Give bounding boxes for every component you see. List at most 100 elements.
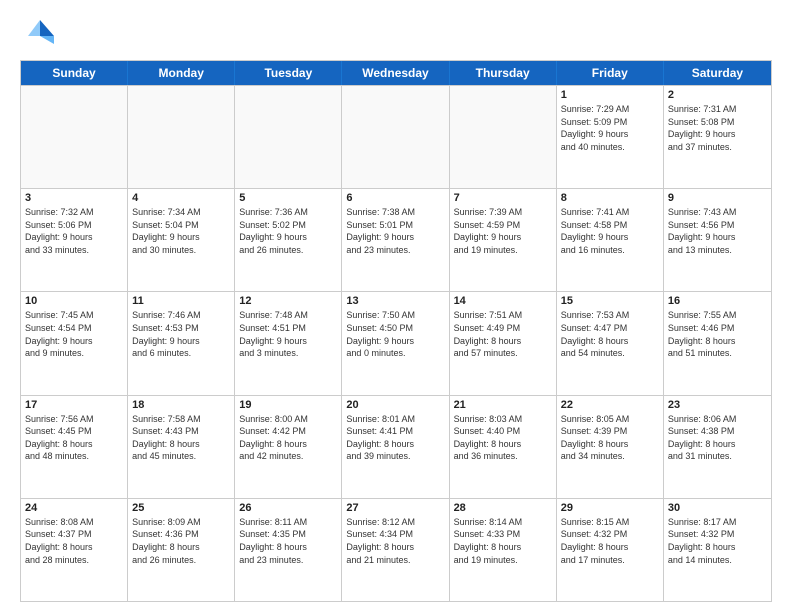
day-info: Sunrise: 7:56 AM Sunset: 4:45 PM Dayligh… <box>25 413 123 463</box>
day-info: Sunrise: 7:32 AM Sunset: 5:06 PM Dayligh… <box>25 206 123 256</box>
day-info: Sunrise: 7:48 AM Sunset: 4:51 PM Dayligh… <box>239 309 337 359</box>
calendar-body: 1Sunrise: 7:29 AM Sunset: 5:09 PM Daylig… <box>21 85 771 601</box>
day-number: 30 <box>668 502 767 514</box>
day-number: 24 <box>25 502 123 514</box>
page: SundayMondayTuesdayWednesdayThursdayFrid… <box>0 0 792 612</box>
calendar: SundayMondayTuesdayWednesdayThursdayFrid… <box>20 60 772 602</box>
calendar-cell: 15 Sunrise: 7:53 AM Sunset: 4:47 PM Dayli… <box>557 292 664 394</box>
logo-icon <box>20 16 56 52</box>
day-info: Sunrise: 8:01 AM Sunset: 4:41 PM Dayligh… <box>346 413 444 463</box>
calendar-cell: 12 Sunrise: 7:48 AM Sunset: 4:51 PM Dayli… <box>235 292 342 394</box>
day-number: 23 <box>668 399 767 411</box>
day-number: 10 <box>25 295 123 307</box>
day-info: Sunrise: 7:39 AM Sunset: 4:59 PM Dayligh… <box>454 206 552 256</box>
calendar-cell: 11 Sunrise: 7:46 AM Sunset: 4:53 PM Dayli… <box>128 292 235 394</box>
calendar-cell: 27Sunrise: 8:12 AM Sunset: 4:34 PM Dayli… <box>342 499 449 601</box>
day-info: Sunrise: 8:09 AM Sunset: 4:36 PM Dayligh… <box>132 516 230 566</box>
calendar-cell: 6 Sunrise: 7:38 AM Sunset: 5:01 PM Daylig… <box>342 189 449 291</box>
day-number: 19 <box>239 399 337 411</box>
header-cell-saturday: Saturday <box>664 61 771 85</box>
day-number: 2 <box>668 89 767 101</box>
day-info: Sunrise: 7:38 AM Sunset: 5:01 PM Dayligh… <box>346 206 444 256</box>
day-info: Sunrise: 8:08 AM Sunset: 4:37 PM Dayligh… <box>25 516 123 566</box>
day-number: 8 <box>561 192 659 204</box>
header-cell-friday: Friday <box>557 61 664 85</box>
calendar-row: 10Sunrise: 7:45 AM Sunset: 4:54 PM Dayli… <box>21 291 771 394</box>
day-info: Sunrise: 8:17 AM Sunset: 4:32 PM Dayligh… <box>668 516 767 566</box>
calendar-cell: 28 Sunrise: 8:14 AM Sunset: 4:33 PM Dayli… <box>450 499 557 601</box>
day-number: 12 <box>239 295 337 307</box>
day-info: Sunrise: 8:06 AM Sunset: 4:38 PM Dayligh… <box>668 413 767 463</box>
day-number: 16 <box>668 295 767 307</box>
day-number: 4 <box>132 192 230 204</box>
day-number: 5 <box>239 192 337 204</box>
day-number: 18 <box>132 399 230 411</box>
calendar-cell: 26Sunrise: 8:11 AM Sunset: 4:35 PM Dayli… <box>235 499 342 601</box>
day-number: 22 <box>561 399 659 411</box>
day-info: Sunrise: 7:36 AM Sunset: 5:02 PM Dayligh… <box>239 206 337 256</box>
day-number: 11 <box>132 295 230 307</box>
calendar-header: SundayMondayTuesdayWednesdayThursdayFrid… <box>21 61 771 85</box>
day-number: 7 <box>454 192 552 204</box>
day-number: 29 <box>561 502 659 514</box>
day-number: 9 <box>668 192 767 204</box>
calendar-cell: 1Sunrise: 7:29 AM Sunset: 5:09 PM Daylig… <box>557 86 664 188</box>
day-info: Sunrise: 8:14 AM Sunset: 4:33 PM Dayligh… <box>454 516 552 566</box>
day-info: Sunrise: 7:53 AM Sunset: 4:47 PM Dayligh… <box>561 309 659 359</box>
day-number: 15 <box>561 295 659 307</box>
calendar-cell <box>21 86 128 188</box>
day-number: 13 <box>346 295 444 307</box>
day-info: Sunrise: 7:31 AM Sunset: 5:08 PM Dayligh… <box>668 103 767 153</box>
header-cell-tuesday: Tuesday <box>235 61 342 85</box>
day-info: Sunrise: 7:50 AM Sunset: 4:50 PM Dayligh… <box>346 309 444 359</box>
header-cell-sunday: Sunday <box>21 61 128 85</box>
calendar-cell: 29 Sunrise: 8:15 AM Sunset: 4:32 PM Dayli… <box>557 499 664 601</box>
day-number: 28 <box>454 502 552 514</box>
day-info: Sunrise: 7:55 AM Sunset: 4:46 PM Dayligh… <box>668 309 767 359</box>
calendar-cell: 24 Sunrise: 8:08 AM Sunset: 4:37 PM Dayli… <box>21 499 128 601</box>
day-info: Sunrise: 7:41 AM Sunset: 4:58 PM Dayligh… <box>561 206 659 256</box>
calendar-cell: 17Sunrise: 7:56 AM Sunset: 4:45 PM Dayli… <box>21 396 128 498</box>
calendar-cell: 5 Sunrise: 7:36 AM Sunset: 5:02 PM Daylig… <box>235 189 342 291</box>
day-info: Sunrise: 8:05 AM Sunset: 4:39 PM Dayligh… <box>561 413 659 463</box>
day-number: 14 <box>454 295 552 307</box>
calendar-cell: 2 Sunrise: 7:31 AM Sunset: 5:08 PM Daylig… <box>664 86 771 188</box>
calendar-cell: 21Sunrise: 8:03 AM Sunset: 4:40 PM Dayli… <box>450 396 557 498</box>
calendar-cell: 30 Sunrise: 8:17 AM Sunset: 4:32 PM Dayli… <box>664 499 771 601</box>
day-info: Sunrise: 8:00 AM Sunset: 4:42 PM Dayligh… <box>239 413 337 463</box>
calendar-row: 3 Sunrise: 7:32 AM Sunset: 5:06 PM Daylig… <box>21 188 771 291</box>
day-info: Sunrise: 7:43 AM Sunset: 4:56 PM Dayligh… <box>668 206 767 256</box>
calendar-cell: 4 Sunrise: 7:34 AM Sunset: 5:04 PM Daylig… <box>128 189 235 291</box>
day-number: 1 <box>561 89 659 101</box>
day-number: 20 <box>346 399 444 411</box>
calendar-cell: 7 Sunrise: 7:39 AM Sunset: 4:59 PM Daylig… <box>450 189 557 291</box>
calendar-cell <box>450 86 557 188</box>
day-info: Sunrise: 7:58 AM Sunset: 4:43 PM Dayligh… <box>132 413 230 463</box>
day-number: 6 <box>346 192 444 204</box>
calendar-row: 24 Sunrise: 8:08 AM Sunset: 4:37 PM Dayli… <box>21 498 771 601</box>
day-info: Sunrise: 8:15 AM Sunset: 4:32 PM Dayligh… <box>561 516 659 566</box>
calendar-cell: 19 Sunrise: 8:00 AM Sunset: 4:42 PM Dayli… <box>235 396 342 498</box>
calendar-cell: 13 Sunrise: 7:50 AM Sunset: 4:50 PM Dayli… <box>342 292 449 394</box>
calendar-cell: 23 Sunrise: 8:06 AM Sunset: 4:38 PM Dayli… <box>664 396 771 498</box>
day-info: Sunrise: 7:34 AM Sunset: 5:04 PM Dayligh… <box>132 206 230 256</box>
calendar-cell: 9 Sunrise: 7:43 AM Sunset: 4:56 PM Daylig… <box>664 189 771 291</box>
day-info: Sunrise: 7:51 AM Sunset: 4:49 PM Dayligh… <box>454 309 552 359</box>
logo <box>20 16 60 52</box>
calendar-cell: 18 Sunrise: 7:58 AM Sunset: 4:43 PM Dayli… <box>128 396 235 498</box>
day-info: Sunrise: 7:46 AM Sunset: 4:53 PM Dayligh… <box>132 309 230 359</box>
header <box>20 16 772 52</box>
calendar-cell <box>128 86 235 188</box>
day-number: 25 <box>132 502 230 514</box>
calendar-cell <box>342 86 449 188</box>
calendar-cell: 22 Sunrise: 8:05 AM Sunset: 4:39 PM Dayli… <box>557 396 664 498</box>
header-cell-wednesday: Wednesday <box>342 61 449 85</box>
header-cell-monday: Monday <box>128 61 235 85</box>
header-cell-thursday: Thursday <box>450 61 557 85</box>
calendar-cell: 16 Sunrise: 7:55 AM Sunset: 4:46 PM Dayli… <box>664 292 771 394</box>
day-info: Sunrise: 8:11 AM Sunset: 4:35 PM Dayligh… <box>239 516 337 566</box>
day-number: 27 <box>346 502 444 514</box>
calendar-cell: 10Sunrise: 7:45 AM Sunset: 4:54 PM Dayli… <box>21 292 128 394</box>
calendar-cell: 3 Sunrise: 7:32 AM Sunset: 5:06 PM Daylig… <box>21 189 128 291</box>
day-number: 3 <box>25 192 123 204</box>
